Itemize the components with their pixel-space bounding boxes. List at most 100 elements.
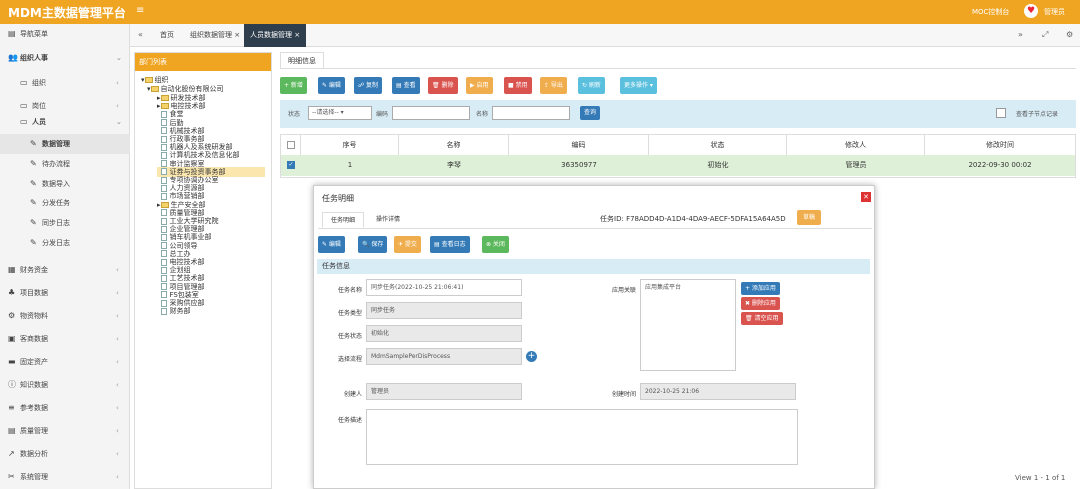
tab-person-data[interactable]: 人员数据管理 × [244,24,307,47]
sidebar-item-material[interactable]: ⚙ 物资物料 ‹ [0,306,130,326]
task-status-field: 初始化 [366,325,522,342]
toolbar-button-3[interactable]: ▤ 查看 [392,77,420,94]
task-name-input[interactable]: 同步任务(2022-10-25 21:06:41) [366,279,522,296]
app-button-1[interactable]: ✖ 删除应用 [741,297,780,310]
sidebar-item-dispatch[interactable]: ✎ 分发任务 [0,193,130,213]
edit-icon: ✎ [30,198,37,207]
cell-status: 初始化 [707,161,729,169]
toolbar-button-6[interactable]: ■ 禁用 [504,77,532,94]
row-checkbox[interactable]: ✓ [287,161,295,169]
sidebar-item-dispatch-log[interactable]: ✎ 分发日志 [0,233,130,253]
app-button-2[interactable]: 🗑 清空应用 [741,312,783,325]
tree-node[interactable]: 财务部 [157,306,190,316]
toolbar-button-7[interactable]: ⇪ 导出 [540,77,567,94]
app-button-0[interactable]: + 添加应用 [741,282,780,295]
sidebar-item-knowledge[interactable]: ⓘ 知识数据 ‹ [0,375,130,395]
tab-back-icon[interactable]: « [138,30,143,39]
modal-button-0[interactable]: ✎ 编辑 [318,236,345,253]
flow-label: 选择流程 [337,356,362,363]
header-modifier[interactable]: 修改人 [787,135,925,155]
modal-title: 任务明细 [322,194,354,203]
sidebar-item-org[interactable]: ▭ 组织 ‹ [0,73,130,93]
description-textarea[interactable] [366,409,798,465]
status-select[interactable]: --请选择-- ▾ [308,106,372,120]
subnode-label: 查看子节点记录 [1016,111,1059,118]
sidebar-item-reference[interactable]: ≡ 参考数据 ‹ [0,398,130,418]
gear-icon: ⚙ [8,311,16,320]
name-input[interactable] [492,106,570,120]
toolbar-button-8[interactable]: ↻ 刷新 [578,77,605,94]
sidebar-item-data-mgmt[interactable]: ✎ 数据管理 [0,134,130,154]
chevron-icon: ‹ [116,473,119,481]
header-name[interactable]: 名称 [399,135,509,155]
toolbar-button-4[interactable]: 🗑 删除 [428,77,458,94]
header-time[interactable]: 修改时间 [925,135,1075,155]
subnode-checkbox[interactable] [996,108,1006,118]
add-flow-icon[interactable]: + [526,351,537,362]
tab-operation-detail[interactable]: 操作详情 [368,212,408,228]
chevron-icon: ‹ [116,266,119,274]
toolbar-button-5[interactable]: ▶ 启用 [466,77,493,94]
sidebar-item-quality[interactable]: ▤ 质量管理 ‹ [0,421,130,441]
finance-icon: ▦ [8,265,16,274]
expand-icon[interactable]: ⤢ [1042,30,1048,40]
sidebar-item-sync-log[interactable]: ✎ 同步日志 [0,213,130,233]
modal-button-2[interactable]: ✈ 提交 [394,236,421,253]
sidebar-item-system[interactable]: ✂ 系统管理 ‹ [0,467,130,487]
table-row[interactable]: ✓ 1 李琴 36350977 初始化 管理员 2022-09-30 00:02 [281,155,1075,176]
sidebar-item-todo[interactable]: ✎ 待办流程 [0,154,130,174]
sidebar-item-customer[interactable]: ▣ 客商数据 ‹ [0,329,130,349]
list-icon: ≡ [8,403,15,412]
toolbar-button-9[interactable]: 更多操作 ▾ [620,77,657,94]
tab-org-data[interactable]: 组织数据管理 × [184,24,246,47]
filter-bar: 状态 --请选择-- ▾ 编码 名称 查询 查看子节点记录 [280,100,1076,128]
pager-info: View 1 - 1 of 1 [1015,474,1066,482]
header-index[interactable]: 序号 [301,135,399,155]
sidebar-item-finance[interactable]: ▦ 财务资金 ‹ [0,260,130,280]
edit-icon: ✎ [30,238,37,247]
moc-console-link[interactable]: MOC控制台 [972,7,1009,17]
sidebar-item-org-hr[interactable]: 👥 组织人事 ⌄ [0,48,130,68]
sidebar-item-person[interactable]: ▭ 人员 ⌄ [0,112,130,132]
modal-button-3[interactable]: ▤ 查看日志 [430,236,470,253]
tab-task-detail[interactable]: 任务明细 [322,212,365,228]
app-list[interactable]: 应用集成平台 [640,279,736,371]
sidebar-item-project[interactable]: ♣ 项目数据 ‹ [0,283,130,303]
username[interactable]: 管理员 [1044,7,1065,17]
code-filter-label: 编码 [376,111,389,118]
close-icon[interactable]: ✕ [861,192,871,202]
edit-icon: ✎ [30,179,37,188]
modal-button-4[interactable]: ⊗ 关闭 [482,236,509,253]
task-status-label: 任务状态 [337,333,362,340]
code-input[interactable] [392,106,470,120]
select-all-checkbox[interactable] [286,141,295,149]
name-filter-label: 名称 [476,111,489,118]
toolbar-button-1[interactable]: ✎ 编辑 [318,77,345,94]
task-info-header: 任务信息 [317,259,870,274]
sidebar: ▤ 导航菜单 👥 组织人事 ⌄ ▭ 组织 ‹ ▭ 岗位 ‹ ▭ 人员 ⌄ ✎ 数据管理 ✎ 待办流程 … [0,24,130,489]
header-code[interactable]: 编码 [509,135,649,155]
header-status[interactable]: 状态 [649,135,787,155]
sidebar-item-asset[interactable]: ▬ 固定资产 ‹ [0,352,130,372]
sidebar-item-import[interactable]: ✎ 数据导入 [0,174,130,194]
tab-forward-icon[interactable]: » [1018,30,1023,39]
cell-name: 李琴 [447,161,461,169]
task-type-label: 任务类型 [337,310,362,317]
query-button[interactable]: 查询 [580,106,601,120]
task-name-label: 任务名称 [337,287,362,294]
toolbar-button-0[interactable]: + 新增 [280,77,307,94]
folder-icon: ▭ [20,78,28,87]
edit-icon: ✎ [30,159,37,168]
flow-field[interactable]: MdmSamplePerDisProcess [366,348,522,365]
tab-home[interactable]: 首页 [154,24,180,47]
toolbar-button-2[interactable]: ☍ 复制 [354,77,382,94]
menu-toggle-icon[interactable]: ≡ [136,5,144,16]
avatar-icon[interactable]: ♥ [1024,4,1038,18]
description-label: 任务描述 [337,417,362,424]
tab-detail-info[interactable]: 明细信息 [280,52,324,68]
chevron-icon: ‹ [116,381,119,389]
modal-button-1[interactable]: 🔍 保存 [358,236,388,253]
cell-time: 2022-09-30 00:02 [968,161,1032,169]
sidebar-item-analysis[interactable]: ↗ 数据分析 ‹ [0,444,130,464]
gear-icon[interactable]: ⚙ [1066,30,1073,39]
